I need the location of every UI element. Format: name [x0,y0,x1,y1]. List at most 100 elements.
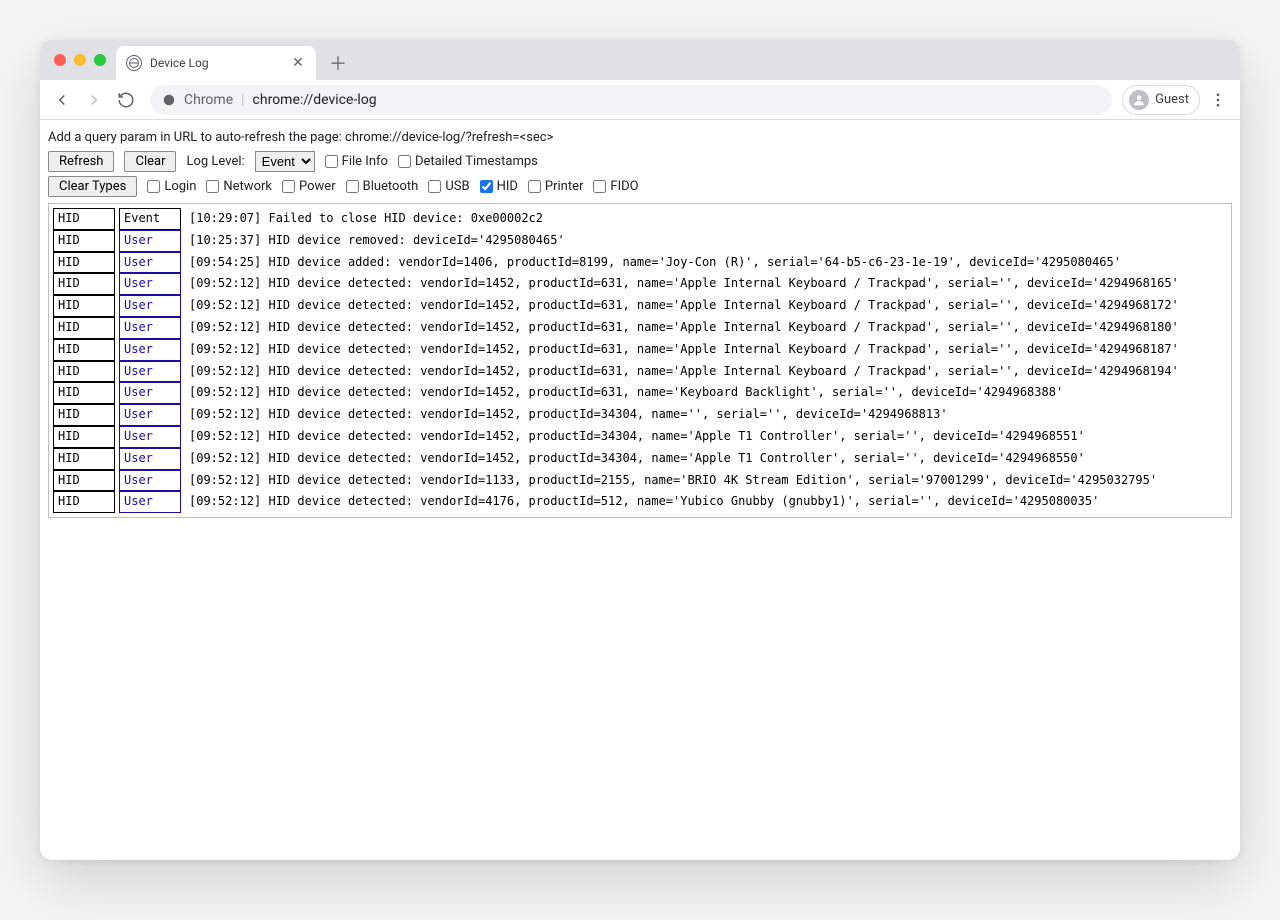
back-button[interactable] [48,86,76,114]
log-type-tag: HID [53,448,115,470]
detailed-timestamps-checkbox[interactable]: Detailed Timestamps [398,154,538,169]
type-filter-login[interactable]: Login [147,179,196,194]
type-filter-printer[interactable]: Printer [528,179,584,194]
globe-icon [126,55,142,71]
log-panel: HIDEvent[10:29:07] Failed to close HID d… [48,203,1232,518]
log-row: HIDUser[10:25:37] HID device removed: de… [53,230,1227,252]
log-type-tag: HID [53,230,115,252]
type-filter-printer-input[interactable] [528,180,541,193]
log-type-tag: HID [53,208,115,230]
type-filter-usb-label: USB [445,179,469,194]
log-row: HIDUser[09:52:12] HID device detected: v… [53,317,1227,339]
url-host: Chrome [184,92,233,108]
loglevel-select[interactable]: Event [255,151,315,172]
log-level-tag: User [119,426,181,448]
type-filter-network-label: Network [223,179,272,194]
log-row: HIDUser [09:52:12] HID device detected: v… [53,295,1227,317]
log-row: HIDUser [09:52:12] HID device detected: v… [53,448,1227,470]
type-filter-printer-label: Printer [545,179,584,194]
type-filter-login-input[interactable] [147,180,160,193]
tab-close-button[interactable]: ✕ [290,55,306,71]
type-filter-hid-input[interactable] [480,180,493,193]
log-type-tag: HID [53,470,115,492]
refresh-button[interactable]: Refresh [48,151,114,172]
controls-row-2: Clear Types Login Network Power Bluetooth US… [48,176,1232,197]
fileinfo-label: File Info [342,154,388,169]
detailed-timestamps-label: Detailed Timestamps [415,154,538,169]
type-filter-power[interactable]: Power [282,179,336,194]
log-type-tag: HID [53,339,115,361]
log-message: [09:52:12] HID device detected: vendorId… [189,298,1179,312]
log-row: HIDUser[09:52:12] HID device detected: v… [53,361,1227,383]
loglevel-label: Log Level: [186,154,244,169]
log-row: HIDUser[09:52:12] HID device detected: v… [53,382,1227,404]
log-level-tag: Event [119,208,181,230]
address-bar[interactable]: Chrome | chrome://device-log [150,85,1112,115]
log-level-tag: User [119,295,181,317]
type-filter-fido-label: FIDO [610,179,638,194]
type-filter-power-input[interactable] [282,180,295,193]
type-filter-bluetooth[interactable]: Bluetooth [346,179,419,194]
log-level-tag: User [119,317,181,339]
log-type-tag: HID [53,295,115,317]
log-row: HIDUser[09:52:12] HID device detected: v… [53,273,1227,295]
clear-button[interactable]: Clear [124,151,176,172]
fileinfo-input[interactable] [325,155,338,168]
log-level-tag: User [119,252,181,274]
log-level-tag: User [119,448,181,470]
log-message: [09:52:12] HID device detected: vendorId… [189,407,948,421]
window-minimize-button[interactable] [74,54,86,66]
avatar-icon [1129,90,1149,110]
log-level-tag: User [119,382,181,404]
chrome-menu-button[interactable] [1204,86,1232,114]
type-filter-hid[interactable]: HID [480,179,518,194]
log-row: HIDUser[09:52:12] HID device detected: v… [53,404,1227,426]
log-row: HIDUser [09:52:12] HID device detected: v… [53,470,1227,492]
clear-types-button[interactable]: Clear Types [48,176,137,197]
page-content: Add a query param in URL to auto-refresh… [40,120,1240,860]
type-filter-bluetooth-label: Bluetooth [363,179,419,194]
log-row: HIDEvent [10:29:07] Failed to close HID d… [53,208,1227,230]
fileinfo-checkbox[interactable]: File Info [325,154,388,169]
detailed-timestamps-input[interactable] [398,155,411,168]
log-type-tag: HID [53,252,115,274]
forward-button[interactable] [80,86,108,114]
type-filter-power-label: Power [299,179,336,194]
log-message: [09:52:12] HID device detected: vendorId… [189,342,1179,356]
log-row: HIDUser[09:52:12] HID device detected: v… [53,491,1227,513]
log-message: [10:29:07] Failed to close HID device: 0… [189,211,543,225]
browser-tab[interactable]: Device Log ✕ [116,46,316,80]
site-info-icon [162,93,176,107]
log-row: HIDUser[09:52:12] HID device detected: v… [53,339,1227,361]
type-filter-fido[interactable]: FIDO [593,179,638,194]
profile-chip[interactable]: Guest [1122,85,1200,115]
reload-button[interactable] [112,86,140,114]
controls-row-1: Refresh Clear Log Level: Event File Info… [48,151,1232,172]
log-message: [09:52:12] HID device detected: vendorId… [189,429,1085,443]
log-type-tag: HID [53,426,115,448]
type-filter-usb[interactable]: USB [428,179,469,194]
url-path: chrome://device-log [253,92,377,108]
window-controls [54,54,106,66]
log-message: [09:52:12] HID device detected: vendorId… [189,494,1099,508]
log-message: [09:52:12] HID device detected: vendorId… [189,473,1157,487]
new-tab-button[interactable]: ＋ [324,49,352,77]
type-filter-hid-label: HID [497,179,518,194]
log-message: [09:54:25] HID device added: vendorId=14… [189,255,1121,269]
browser-window: Device Log ✕ ＋ Chrome | chrome://device-… [40,40,1240,860]
log-row: HIDUser [09:52:12] HID device detected: v… [53,426,1227,448]
type-filter-usb-input[interactable] [428,180,441,193]
type-filter-network[interactable]: Network [206,179,272,194]
log-message: [09:52:12] HID device detected: vendorId… [189,385,1063,399]
browser-toolbar: Chrome | chrome://device-log Guest [40,80,1240,120]
url-separator: | [241,92,244,108]
window-close-button[interactable] [54,54,66,66]
window-maximize-button[interactable] [94,54,106,66]
type-filter-network-input[interactable] [206,180,219,193]
log-level-tag: User [119,470,181,492]
type-filter-bluetooth-input[interactable] [346,180,359,193]
refresh-hint: Add a query param in URL to auto-refresh… [48,130,1232,145]
log-message: [09:52:12] HID device detected: vendorId… [189,451,1085,465]
tab-title: Device Log [150,56,209,70]
type-filter-fido-input[interactable] [593,180,606,193]
